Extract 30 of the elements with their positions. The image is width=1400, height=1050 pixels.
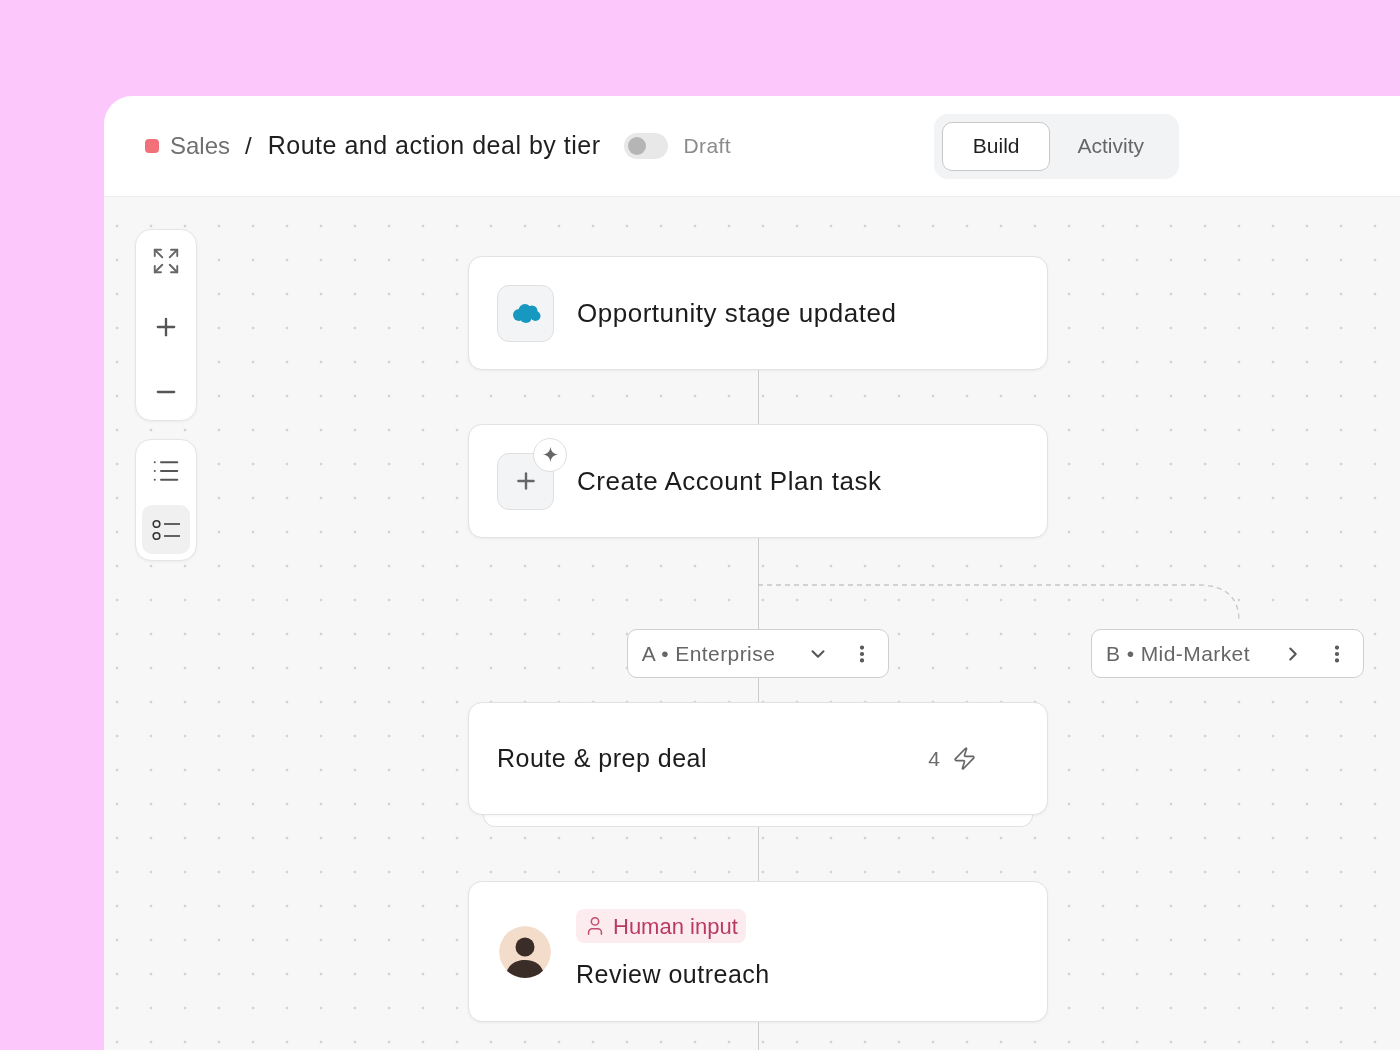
view-mode-button[interactable] bbox=[142, 505, 190, 554]
branch-label: A • Enterprise bbox=[641, 640, 776, 667]
node-title: Opportunity stage updated bbox=[577, 296, 897, 330]
cloud-icon bbox=[497, 284, 554, 342]
draft-toggle[interactable] bbox=[624, 133, 669, 159]
branch-pill[interactable]: B • Mid-Market bbox=[1091, 629, 1364, 678]
connector-line bbox=[757, 678, 759, 702]
breadcrumb-separator: / bbox=[245, 131, 252, 161]
connector-line bbox=[757, 827, 759, 881]
group-node[interactable]: Route & prep deal 4 bbox=[468, 702, 1048, 815]
lightning-icon bbox=[952, 746, 977, 771]
toggle-label: Draft bbox=[683, 133, 732, 160]
badge-label: Human input bbox=[613, 912, 738, 941]
node-title: Review outreach bbox=[576, 959, 770, 991]
fit-view-icon[interactable] bbox=[151, 246, 181, 276]
human-node[interactable]: Human input Review outreach bbox=[468, 881, 1048, 1022]
branch-label: B • Mid-Market bbox=[1106, 640, 1250, 667]
avatar-silhouette-icon bbox=[499, 925, 551, 978]
branch-pill[interactable]: A • Enterprise bbox=[626, 629, 890, 678]
connector-line bbox=[757, 1022, 759, 1050]
connector-line bbox=[757, 370, 759, 424]
view-tab[interactable]: Build bbox=[941, 121, 1051, 171]
trigger-node[interactable]: Opportunity stage updated bbox=[468, 256, 1048, 370]
node-title: Route & prep deal bbox=[497, 742, 708, 774]
breadcrumb-link[interactable]: Sales bbox=[170, 128, 231, 164]
view-tab[interactable]: Activity bbox=[1050, 121, 1171, 171]
workflow-title: Route and action deal by tier bbox=[267, 130, 601, 162]
step-count: 4 bbox=[928, 745, 940, 772]
action-node[interactable]: Create Account Plan task bbox=[468, 424, 1048, 538]
node-title: Create Account Plan task bbox=[577, 464, 882, 498]
